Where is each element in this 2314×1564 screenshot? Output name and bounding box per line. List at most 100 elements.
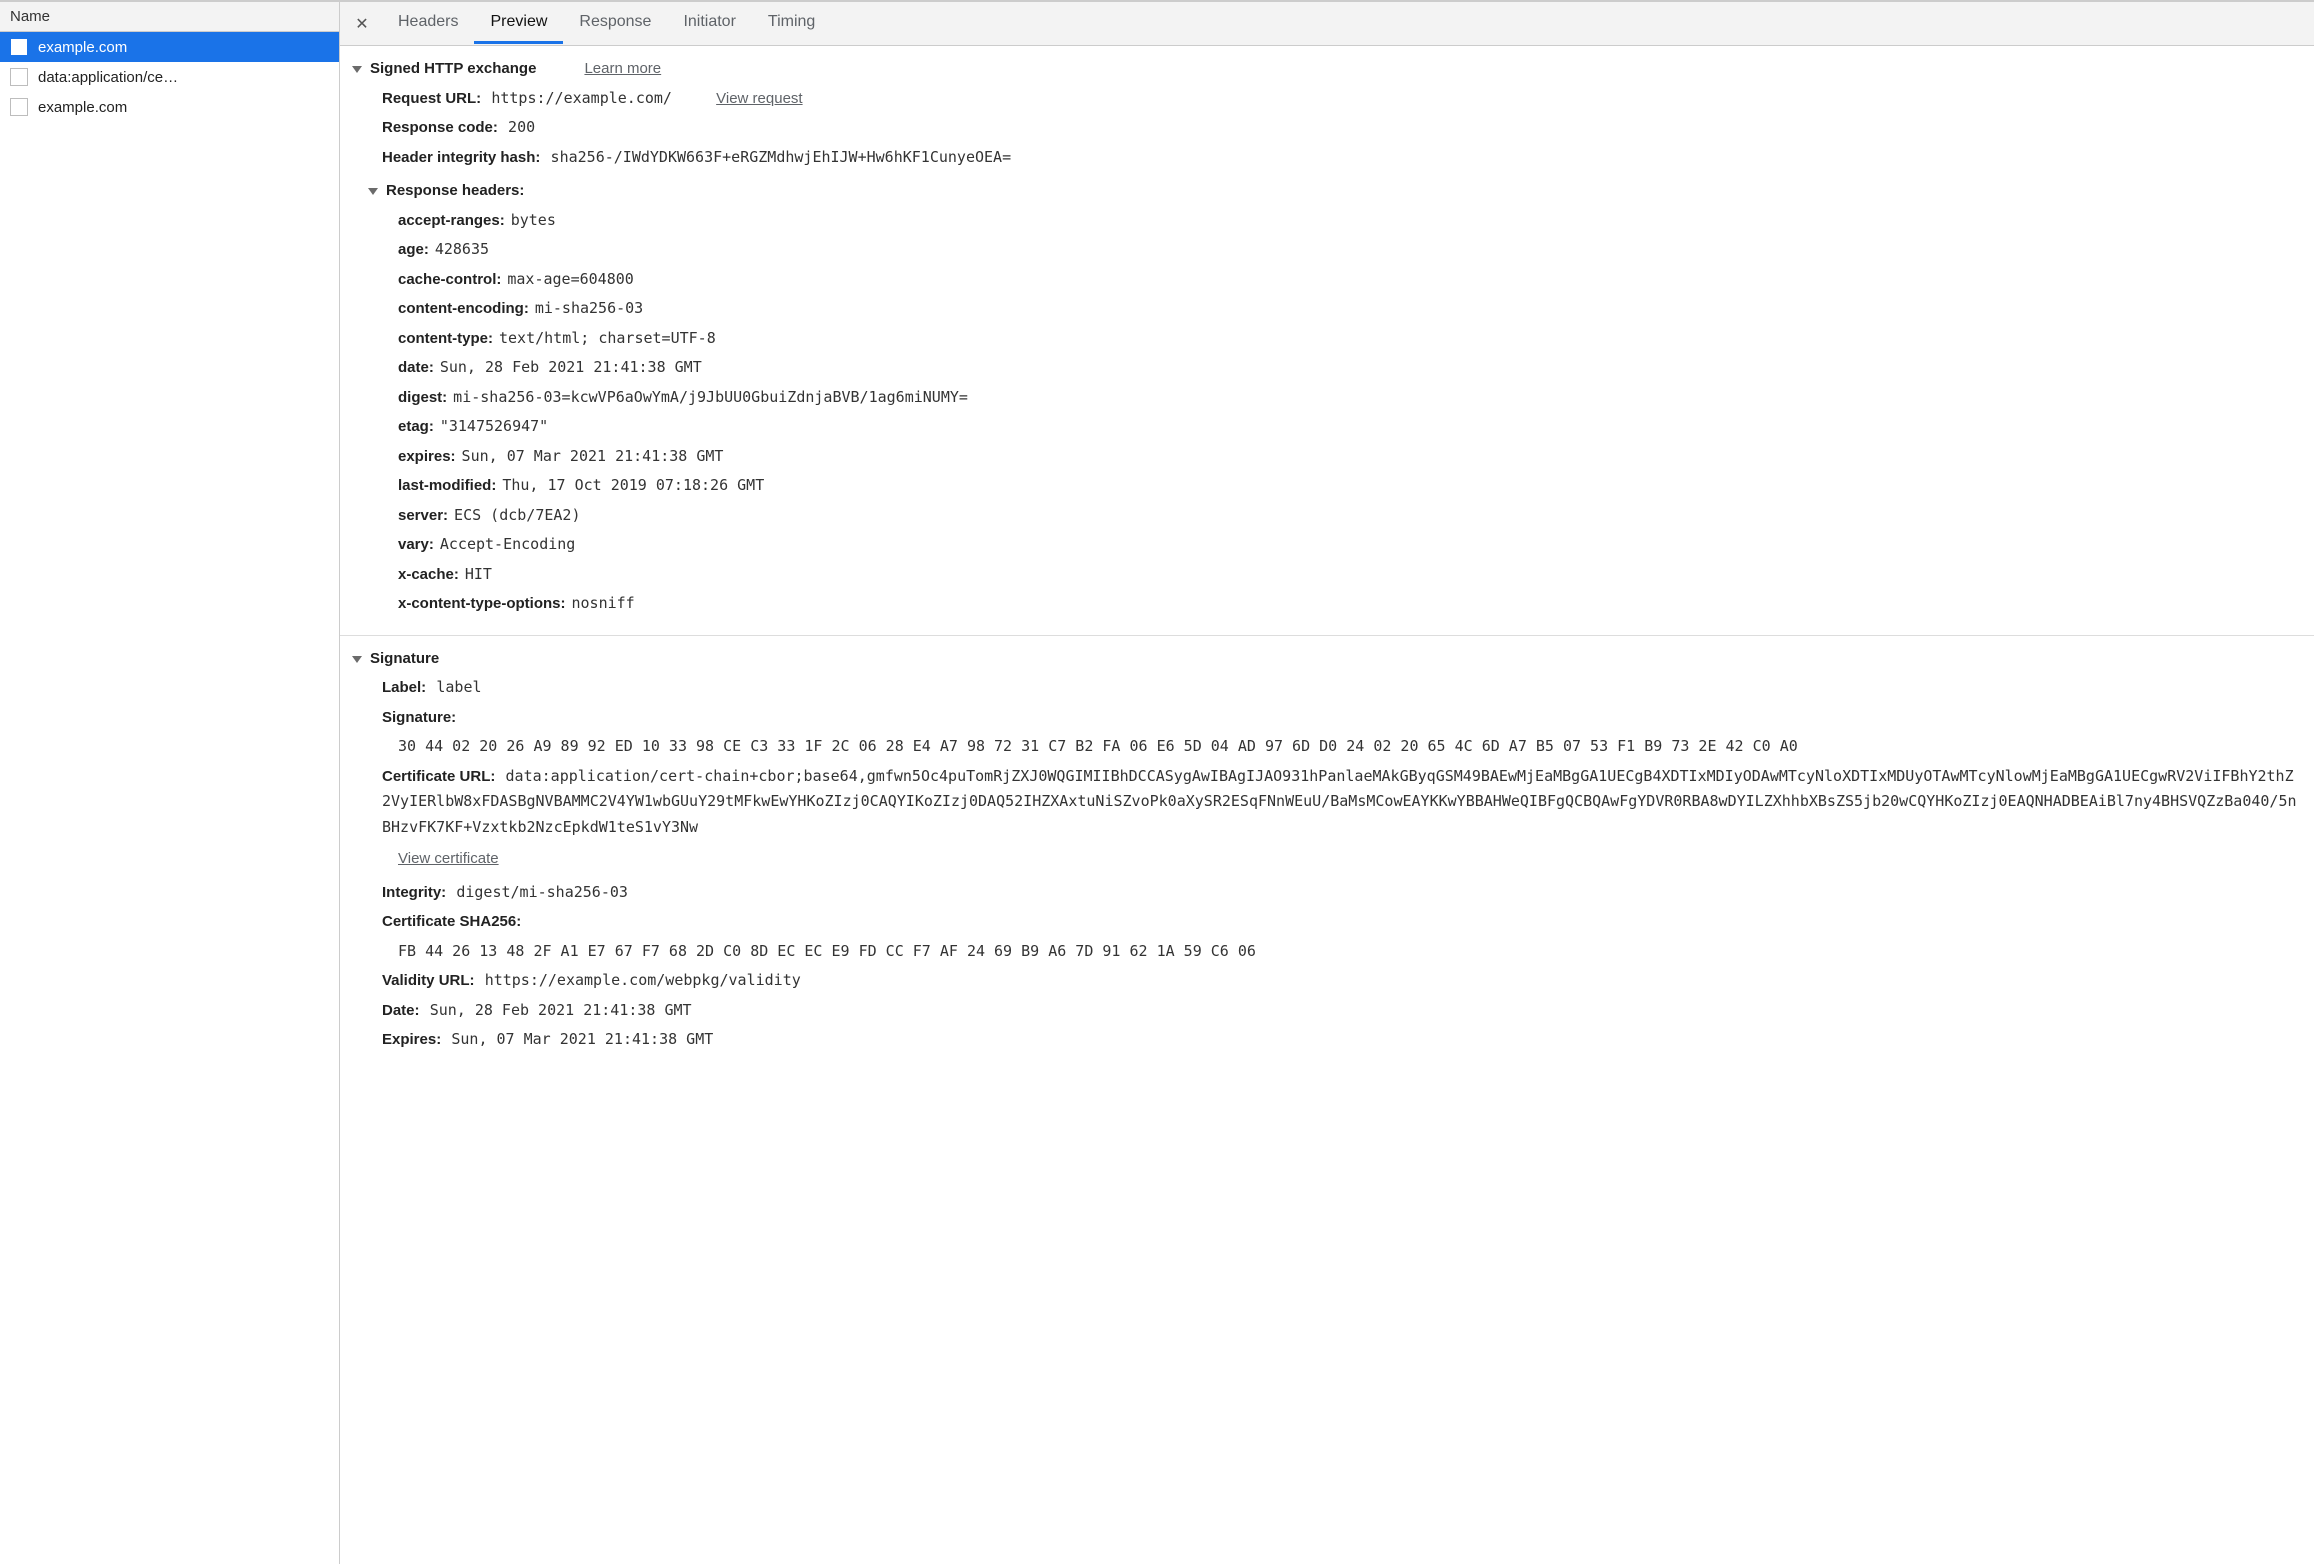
signature-date-row: Date: Sun, 28 Feb 2021 21:41:38 GMT [382,996,2302,1026]
integrity-row: Integrity: digest/mi-sha256-03 [382,878,2302,908]
signature-section: Signature Label: label Signature: 30 44 … [340,635,2314,1065]
view-request-link[interactable]: View request [716,90,802,107]
signature-bytes: 30 44 02 20 26 A9 89 92 ED 10 33 98 CE C… [398,732,2302,762]
detail-panel: ✕ HeadersPreviewResponseInitiatorTiming … [340,2,2314,1564]
header-value: ECS (dcb/7EA2) [454,506,580,524]
response-headers-title: Response headers: [386,178,524,204]
request-list-item-label: example.com [38,99,127,116]
signature-label-row: Label: label [382,673,2302,703]
response-headers-list: accept-ranges:bytes age: 428635 cache-contr… [398,206,2302,619]
header-name: expires: [398,448,456,465]
validity-url-row: Validity URL: https://example.com/webpkg… [382,966,2302,996]
label: Validity URL: [382,972,475,989]
header-value: Sun, 07 Mar 2021 21:41:38 GMT [462,447,724,465]
tab-headers[interactable]: Headers [382,3,474,44]
header-value: Accept-Encoding [440,535,575,553]
header-value: HIT [465,565,492,583]
cert-url-row: Certificate URL: data:application/cert-c… [382,762,2302,843]
header-value: Sun, 28 Feb 2021 21:41:38 GMT [440,358,702,376]
header-name: x-content-type-options: [398,595,565,612]
header-integrity-row: Header integrity hash: sha256-/IWdYDKW66… [382,143,2302,173]
header-name: last-modified: [398,477,496,494]
request-list-sidebar: Name example.comdata:application/ce…exam… [0,2,340,1564]
value: https://example.com/ [491,89,672,107]
value: data:application/cert-chain+cbor;base64,… [382,767,2297,836]
view-certificate-link[interactable]: View certificate [398,850,499,867]
request-list-item[interactable]: example.com [0,92,339,122]
cert-sha-bytes: FB 44 26 13 48 2F A1 E7 67 F7 68 2D C0 8… [398,937,2302,967]
value: https://example.com/webpkg/validity [485,971,801,989]
preview-content: Signed HTTP exchange Learn more Request … [340,46,2314,1095]
request-list-item-label: data:application/ce… [38,69,178,86]
header-value: mi-sha256-03 [535,299,643,317]
sidebar-items: example.com data:application/ce… example.c… [0,32,339,1564]
value: 200 [508,118,535,136]
header-name: age: [398,241,429,258]
value: digest/mi-sha256-03 [456,883,628,901]
devtools-panel: Name example.comdata:application/ce…exam… [0,0,2314,1564]
header-value: nosniff [571,594,634,612]
label: Request URL: [382,90,481,107]
signed-exchange-section: Signed HTTP exchange Learn more Request … [340,52,2314,629]
header-value: mi-sha256-03=kcwVP6aOwYmA/j9JbUU0GbuiZdn… [453,388,968,406]
header-name: cache-control: [398,271,501,288]
signature-row: Signature: [382,703,2302,733]
value: label [436,678,481,696]
tab-timing[interactable]: Timing [752,3,831,44]
label: Certificate SHA256: [382,913,521,930]
header-value: Thu, 17 Oct 2019 07:18:26 GMT [502,476,764,494]
response-header-row: expires: Sun, 07 Mar 2021 21:41:38 GMT [398,442,2302,472]
header-name: etag: [398,418,434,435]
label: Header integrity hash: [382,149,540,166]
header-name: vary: [398,536,434,553]
response-header-row: x-cache: HIT [398,560,2302,590]
response-header-row: age: 428635 [398,235,2302,265]
response-header-row: vary: Accept-Encoding [398,530,2302,560]
file-icon [10,98,28,116]
response-header-row: server: ECS (dcb/7EA2) [398,501,2302,531]
response-header-row: x-content-type-options: nosniff [398,589,2302,619]
tab-initiator[interactable]: Initiator [667,3,751,44]
label: Expires: [382,1031,441,1048]
label: Response code: [382,119,498,136]
file-icon [10,38,28,56]
header-name: server: [398,507,448,524]
section-title: Signature [370,646,439,672]
header-value: bytes [511,211,556,229]
header-name: x-cache: [398,566,459,583]
header-name: digest: [398,389,447,406]
label: Integrity: [382,884,446,901]
signature-expires-row: Expires: Sun, 07 Mar 2021 21:41:38 GMT [382,1025,2302,1055]
label: Label: [382,679,426,696]
learn-more-link[interactable]: Learn more [584,56,661,82]
request-list-item[interactable]: data:application/ce… [0,62,339,92]
value: Sun, 28 Feb 2021 21:41:38 GMT [430,1001,692,1019]
header-name: content-type: [398,330,493,347]
label: Date: [382,1002,420,1019]
header-name: date: [398,359,434,376]
response-header-row: digest: mi-sha256-03=kcwVP6aOwYmA/j9JbUU0… [398,383,2302,413]
file-icon [10,68,28,86]
request-list-item[interactable]: example.com [0,32,339,62]
disclosure-triangle-icon[interactable] [352,66,362,73]
header-name: content-encoding: [398,300,529,317]
value: Sun, 07 Mar 2021 21:41:38 GMT [451,1030,713,1048]
sidebar-header: Name [0,2,339,32]
tab-preview[interactable]: Preview [474,3,563,44]
response-header-row: etag: "3147526947" [398,412,2302,442]
header-value: text/html; charset=UTF-8 [499,329,716,347]
disclosure-triangle-icon[interactable] [352,656,362,663]
response-header-row: last-modified: Thu, 17 Oct 2019 07:18:26 … [398,471,2302,501]
label: Signature: [382,709,456,726]
response-header-row: content-type: text/html; charset=UTF-8 [398,324,2302,354]
response-header-row: cache-control:max-age=604800 [398,265,2302,295]
request-list-item-label: example.com [38,39,127,56]
header-value: "3147526947" [440,417,548,435]
disclosure-triangle-icon[interactable] [368,188,378,195]
response-code-row: Response code: 200 [382,113,2302,143]
close-icon[interactable]: ✕ [348,10,376,38]
cert-sha-row: Certificate SHA256: [382,907,2302,937]
header-value: 428635 [435,240,489,258]
tab-response[interactable]: Response [563,3,667,44]
response-header-row: accept-ranges:bytes [398,206,2302,236]
